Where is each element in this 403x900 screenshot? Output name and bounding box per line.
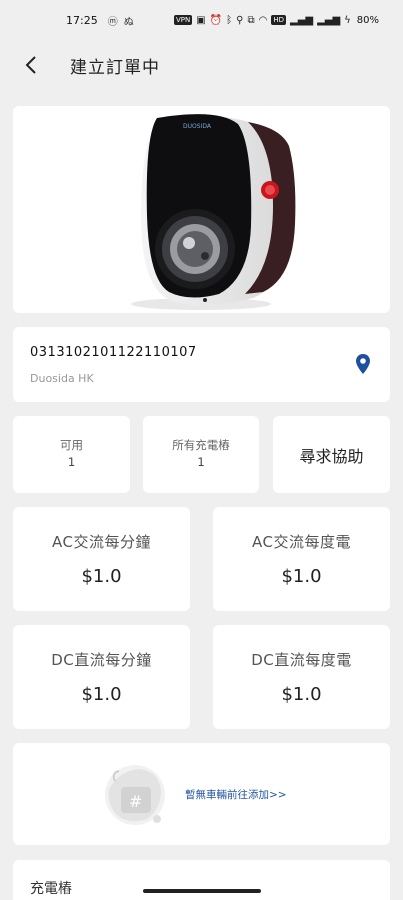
station-operator: Duosida HK — [30, 372, 94, 385]
price-value: $1.0 — [81, 566, 122, 587]
ev-charger-image: DUOSIDA — [131, 114, 296, 310]
price-value: $1.0 — [81, 684, 122, 705]
available-stat: 可用 1 — [13, 416, 130, 493]
status-icons: VPN ▣ ⏰ ᛒ ⚲ ⧉ ◠ HD ▂▄▆ ▂▄▆ ϟ 80% — [173, 14, 379, 26]
svg-text:#: # — [129, 792, 142, 811]
notification-icon: ⓜ — [107, 16, 118, 28]
add-vehicle-link[interactable]: 暫無車輛前往添加>> — [185, 787, 287, 802]
help-label: 尋求協助 — [299, 446, 364, 466]
vibrate-icon: ⧉ — [247, 14, 255, 26]
chevron-left-icon — [25, 56, 36, 74]
status-time: 17:25 — [66, 13, 98, 27]
page-title: 建立訂單中 — [70, 57, 160, 78]
price-value: $1.0 — [281, 684, 322, 705]
app-notification-icon: ぬ — [123, 16, 134, 28]
charger-section-card: 充電樁 — [13, 860, 390, 900]
price-label: AC交流每分鐘 — [52, 533, 151, 551]
battery-level: 80% — [356, 14, 379, 26]
charger-section-label: 充電樁 — [30, 881, 72, 897]
car-plate-illustration-icon: # — [105, 765, 165, 825]
all-chargers-value: 1 — [197, 455, 205, 469]
price-card-ac-kwh: AC交流每度電 $1.0 — [213, 507, 390, 611]
available-value: 1 — [67, 455, 76, 469]
available-label: 可用 — [60, 438, 83, 452]
product-image-card: DUOSIDA — [13, 106, 390, 313]
bluetooth-icon: ᛒ — [226, 14, 233, 26]
price-value: $1.0 — [281, 566, 322, 587]
price-label: DC直流每度電 — [251, 651, 352, 669]
home-indicator[interactable] — [143, 889, 261, 893]
price-card-dc-minute: DC直流每分鐘 $1.0 — [13, 625, 190, 729]
price-card-ac-minute: AC交流每分鐘 $1.0 — [13, 507, 190, 611]
station-id: 0313102101122110107 — [30, 345, 197, 360]
status-bar: 17:25 ⓜ ぬ VPN ▣ ⏰ ᛒ ⚲ ⧉ ◠ HD ▂▄▆ ▂▄▆ ϟ 8… — [0, 0, 403, 40]
signal-2-icon: ▂▄▆ — [317, 14, 341, 26]
product-brand: DUOSIDA — [183, 123, 212, 130]
location-button[interactable] — [354, 353, 372, 375]
price-label: DC直流每分鐘 — [51, 651, 152, 669]
charging-icon: ϟ — [344, 14, 351, 26]
wifi-icon: ◠ — [258, 14, 268, 26]
alarm-icon: ⏰ — [209, 14, 223, 26]
location-status-icon: ⚲ — [236, 14, 244, 26]
hd-icon: HD — [271, 15, 286, 25]
vehicle-card: # 暫無車輛前往添加>> — [13, 743, 390, 845]
map-pin-icon — [356, 354, 370, 374]
help-button[interactable]: 尋求協助 — [273, 416, 390, 493]
vpn-icon: VPN — [173, 15, 193, 25]
back-button[interactable] — [18, 52, 44, 78]
station-info-card: 0313102101122110107 Duosida HK — [13, 327, 390, 402]
price-label: AC交流每度電 — [252, 533, 351, 551]
price-card-dc-kwh: DC直流每度電 $1.0 — [213, 625, 390, 729]
signal-icon: ▂▄▆ — [290, 14, 314, 26]
page-header: 建立訂單中 — [0, 40, 403, 90]
all-chargers-label: 所有充電樁 — [172, 438, 230, 452]
all-chargers-stat: 所有充電樁 1 — [143, 416, 259, 493]
screen-record-icon: ▣ — [196, 14, 206, 26]
